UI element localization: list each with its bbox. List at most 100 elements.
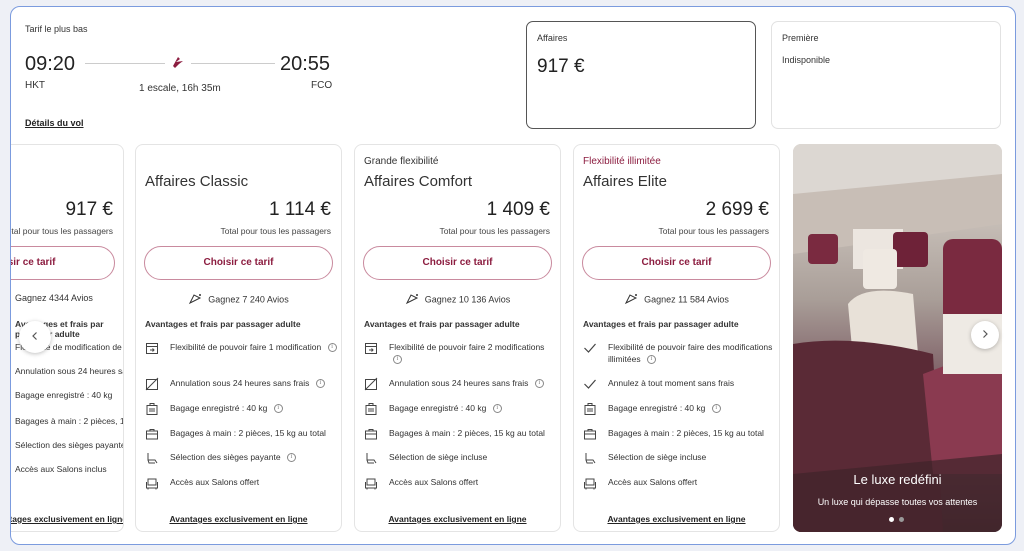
class-card-business[interactable]: Affaires 917 € xyxy=(526,21,756,129)
info-icon[interactable]: i xyxy=(646,355,656,365)
fare-total-label: Total pour tous les passagers xyxy=(658,226,769,236)
benefit-text: Accès aux Salons inclus xyxy=(15,464,107,474)
benefit-text: Sélection des sièges payante xyxy=(170,452,281,462)
avios-text: Gagnez 11 584 Avios xyxy=(644,294,729,305)
avios-earn: Gagnez 11 584 Avios xyxy=(574,293,779,307)
benefit-text: Bagages à main : 2 pièces, 15 kg au tota… xyxy=(170,428,326,438)
lounge-icon xyxy=(145,476,159,490)
benefit-text: Bagage enregistré : 40 kg xyxy=(608,403,706,413)
fare-price: 1 409 € xyxy=(486,199,550,220)
fare-card-comfort: Grande flexibilité Affaires Comfort 1 40… xyxy=(354,144,561,532)
lowest-fare-label: Tarif le plus bas xyxy=(25,24,88,34)
info-icon[interactable]: i xyxy=(286,453,296,463)
fare-name: Affaires Comfort xyxy=(364,173,473,190)
benefits-heading: Avantages et frais par passager adulte xyxy=(583,319,739,329)
exclusive-online-link[interactable]: Avantages exclusivement en ligne xyxy=(11,514,123,524)
previous-button[interactable] xyxy=(19,321,51,353)
exclusive-online-link[interactable]: Avantages exclusivement en ligne xyxy=(355,514,560,524)
avios-earn: Gagnez 7 240 Avios xyxy=(136,293,341,307)
carousel-dot-active[interactable] xyxy=(889,517,894,522)
briefcase-icon xyxy=(145,427,159,441)
info-icon[interactable]: i xyxy=(492,404,502,414)
route-line-right xyxy=(191,63,275,64)
fare-total-label: Total pour tous les passagers xyxy=(439,226,550,236)
avios-earn: Gagnez 4344 Avios xyxy=(15,293,123,303)
choose-fare-button[interactable]: Choisir ce tarif xyxy=(582,246,771,280)
benefit-text: Sélection de siège incluse xyxy=(608,452,707,462)
fare-price: 2 699 € xyxy=(705,199,769,220)
avios-text: Gagnez 7 240 Avios xyxy=(208,294,289,305)
fare-name: Affaires Classic xyxy=(145,173,249,190)
benefits-heading: Avantages et frais par passager adulte xyxy=(364,319,520,329)
info-icon[interactable]: i xyxy=(273,404,283,414)
info-icon[interactable]: i xyxy=(315,379,325,389)
fare-tagline: Flexibilité illimitée xyxy=(583,156,661,167)
info-icon[interactable]: i xyxy=(534,379,544,389)
route-line-left xyxy=(85,63,165,64)
class-name: Première xyxy=(782,33,819,43)
class-card-first[interactable]: Première Indisponible xyxy=(771,21,1001,129)
no-cancel-icon xyxy=(364,377,378,391)
benefit-text: Annulation sous 24 heures sans frais xyxy=(389,378,529,388)
checkmark-icon xyxy=(583,377,597,391)
fare-name: Affaires Elite xyxy=(583,173,667,190)
departure-code: HKT xyxy=(25,80,45,91)
benefit-text: Annulez à tout moment sans frais xyxy=(608,378,735,388)
checkmark-icon xyxy=(583,341,597,355)
promo-title: Le luxe redéfini xyxy=(853,472,942,487)
fare-tagline: Grande flexibilité xyxy=(364,156,439,167)
benefit-text: Flexibilité de pouvoir faire des modific… xyxy=(608,342,773,364)
benefit-text: Sélection de siège incluse xyxy=(389,452,488,462)
carousel-dot[interactable] xyxy=(899,517,904,522)
fare-price: 917 € xyxy=(65,199,113,220)
choose-fare-button[interactable]: Choisir ce tarif xyxy=(363,246,552,280)
departure-time: 09:20 xyxy=(25,53,76,75)
arrival-time: 20:55 xyxy=(280,53,331,75)
fare-total-label: Total pour tous les passagers xyxy=(10,226,113,236)
benefit-text: Bagages à main : 2 pièces, 15 kg au tota… xyxy=(15,416,123,426)
class-name: Affaires xyxy=(537,33,568,43)
lounge-icon xyxy=(364,476,378,490)
avios-icon xyxy=(188,293,202,307)
info-icon[interactable]: i xyxy=(393,355,402,365)
seat-icon xyxy=(583,451,597,465)
promo-subtitle: Un luxe qui dépasse toutes vos attentes xyxy=(817,497,978,507)
benefit-text: Bagages à main : 2 pièces, 15 kg au tota… xyxy=(608,428,764,438)
seat-icon xyxy=(364,451,378,465)
benefit-text: Bagage enregistré : 40 kg xyxy=(15,390,113,400)
benefit-text: Annulation sous 24 heures sans frais xyxy=(170,378,310,388)
benefit-text: Flexibilité de pouvoir faire 1 modificat… xyxy=(170,342,322,352)
fare-total-label: Total pour tous les passagers xyxy=(220,226,331,236)
arrival-code: FCO xyxy=(311,80,333,91)
flight-details-link[interactable]: Détails du vol xyxy=(25,118,84,128)
info-icon[interactable]: i xyxy=(327,343,337,353)
class-price: 917 € xyxy=(537,56,585,77)
fare-price: 1 114 € xyxy=(269,199,331,220)
exclusive-online-link[interactable]: Avantages exclusivement en ligne xyxy=(574,514,779,524)
benefit-text: Annulation sous 24 heures sans frais xyxy=(15,366,123,376)
info-icon[interactable]: i xyxy=(711,404,721,414)
benefit-text: Bagage enregistré : 40 kg xyxy=(170,403,268,413)
benefits-heading: Avantages et frais par passager adulte xyxy=(145,319,301,329)
briefcase-icon xyxy=(364,427,378,441)
class-unavailable: Indisponible xyxy=(782,55,831,65)
choose-fare-button[interactable]: Choisir ce tarif xyxy=(144,246,333,280)
chevron-left-icon xyxy=(30,328,40,346)
calendar-icon xyxy=(364,341,378,355)
avios-text: Gagnez 4344 Avios xyxy=(15,293,93,303)
benefit-text: Bagages à main : 2 pièces, 15 kg au tota… xyxy=(389,428,545,438)
luggage-icon xyxy=(364,402,378,416)
avios-icon xyxy=(624,293,638,307)
choose-fare-button[interactable]: Choisir ce tarif xyxy=(11,246,115,280)
chevron-right-icon xyxy=(980,326,990,344)
benefit-text: Accès aux Salons offert xyxy=(170,477,260,487)
next-button[interactable] xyxy=(971,321,999,349)
exclusive-online-link[interactable]: Avantages exclusivement en ligne xyxy=(136,514,341,524)
benefit-text: Accès aux Salons offert xyxy=(389,477,479,487)
fare-selection-panel: Tarif le plus bas 09:20 20:55 HKT 1 esca… xyxy=(10,6,1016,545)
no-cancel-icon xyxy=(145,377,159,391)
benefit-text: Accès aux Salons offert xyxy=(608,477,698,487)
stops-duration: 1 escale, 16h 35m xyxy=(139,83,221,94)
fare-card-classic: Affaires Classic 1 114 € Total pour tous… xyxy=(135,144,342,532)
avios-text: Gagnez 10 136 Avios xyxy=(424,294,511,305)
